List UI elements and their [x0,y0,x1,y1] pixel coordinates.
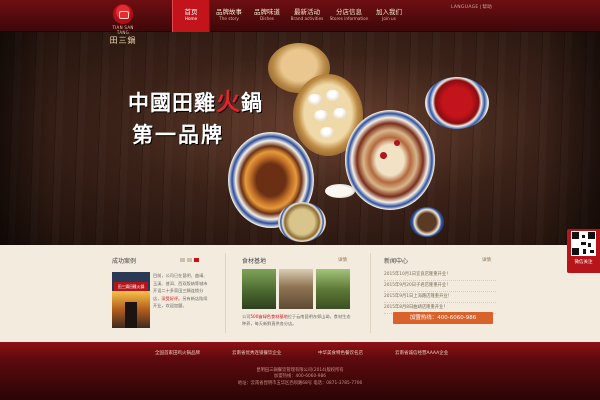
nav-item-story[interactable]: 品牌故事 The story [210,0,248,32]
news-list: 2015年10月1日宜良店隆重开业！ 2015年9月20日子君店隆重开业！ 20… [384,270,496,314]
nav-item-join[interactable]: 加入我们 Join us [370,0,408,32]
honor-link[interactable]: 云南省诚信经营AAAA企业 [395,350,448,356]
column-divider [225,253,226,333]
address-text: 地址：云南省昆明市五华区西坝路68号 电话：0871-3785-7706 [237,380,363,386]
top-links: LANGUAGE|帮助 [451,4,492,10]
white-spoon-image [325,184,355,198]
small-side-bowl-image [410,207,444,237]
news-more-link[interactable]: 详情 [482,257,491,263]
nav-label: 首页 [184,8,198,16]
farm-pond-image[interactable] [316,269,350,309]
store-front-image[interactable]: 田三鍋田雞火鍋 [112,272,150,328]
news-item[interactable]: 2015年9月1日上海路店隆重开业！ [384,292,496,303]
pager-dot[interactable] [180,258,185,262]
banner-shade-right [540,32,600,245]
fried-rice-bowl-image [278,202,326,242]
base-more-link[interactable]: 详情 [338,257,347,263]
frog-hotpot-bowl-image [345,110,435,210]
dumpling-image [333,108,347,119]
hero-slogan-line2: 第一品牌 [132,122,224,147]
store-entrance [125,302,137,328]
farm-building-image[interactable] [279,269,313,309]
dumpling-image [326,90,340,101]
hero-banner[interactable]: 中國田雞火鍋 第一品牌 [0,32,600,245]
nav-label: 品牌味道 [254,8,280,16]
dumpling-image [308,94,322,105]
language-link[interactable]: LANGUAGE [451,5,479,10]
nav-label: 加入我们 [376,8,402,16]
goji-berry-image [380,152,387,159]
honor-link[interactable]: 云南省优秀连锁餐饮企业 [232,350,282,356]
nav-item-dishes[interactable]: 品牌味道 Dishes [248,0,286,32]
nav-item-home[interactable]: 首页 Home [172,0,210,32]
nav-item-stores[interactable]: 分店信息 Stores information [328,0,370,32]
nav-sublabel: Join us [382,16,396,21]
main-nav: 首页 Home 品牌故事 The story 品牌味道 Dishes 最新活动 … [172,0,408,32]
goji-berry-image [394,140,400,146]
news-title: 新闻中心 [384,258,409,265]
nav-label: 品牌故事 [216,8,242,16]
nav-sublabel: Dishes [260,16,274,21]
pager-dot-active[interactable] [194,258,199,262]
hero-slogan-line1: 中國田雞火鍋 [128,87,263,116]
brand-logo[interactable]: TIAN SAN TANG 田三鍋 [108,4,138,46]
qr-label: 微信关注 [574,260,593,265]
cases-title: 成功案例 [112,258,137,265]
help-link[interactable]: 帮助 [482,5,492,10]
nav-sublabel: Stores information [329,16,369,21]
qr-code-icon [571,231,596,256]
red-chili-dish-image [425,77,489,129]
cases-pager [180,258,199,262]
footer: 全国首家田鸡火锅品牌 云南省优秀连锁餐饮企业 中华美食特色餐饮名店 云南省诚信经… [0,342,600,400]
logo-emblem-icon [113,4,133,24]
dumpling-image [320,127,334,138]
nav-sublabel: Home [184,16,198,21]
nav-item-activities[interactable]: 最新活动 Brand activities [286,0,328,32]
hero-slogan-fire-char: 火 [216,87,241,116]
nav-label: 最新活动 [294,8,320,16]
nav-sublabel: Brand activities [290,16,324,21]
store-signboard: 田三鍋田雞火鍋 [114,282,148,291]
logo-english-text: TIAN SAN TANG [112,25,134,35]
honor-link[interactable]: 全国首家田鸡火锅品牌 [155,350,200,356]
cases-description: 目前，公司已在昆明、曲靖、玉溪、普洱、西双版纳等城市开设二十多家田三鍋连锁分店，… [153,273,208,308]
base-description: 公司500亩绿色食材基地位于云南昆明东郊山坳，食材生态种养，每天新鲜直供各分店。 [242,314,351,326]
farm-field-image[interactable] [242,269,276,309]
news-item[interactable]: 2015年10月1日宜良店隆重开业！ [384,270,496,281]
base-title: 食材基地 [242,258,267,265]
header: TIAN SAN TANG 田三鍋 首页 Home 品牌故事 The story… [0,0,600,45]
wechat-qr-float[interactable]: 微信关注 [567,229,600,273]
column-divider [370,253,371,333]
news-item[interactable]: 2015年9月20日子君店隆重开业！ [384,281,496,292]
logo-chinese-text: 田三鍋 [109,36,137,45]
dumpling-image [314,110,328,121]
pager-dot[interactable] [187,258,192,262]
footer-info: 昆明田三鍋餐饮管理有限公司(2014)版权所有 加盟热线：400-6060-98… [0,368,600,387]
content-area: 成功案例 田三鍋田雞火鍋 目前，公司已在昆明、曲靖、玉溪、普洱、西双版纳等城市开… [0,245,600,342]
nav-label: 分店信息 [336,8,362,16]
honor-link[interactable]: 中华美食特色餐饮名店 [318,350,363,356]
nav-sublabel: The story [219,16,239,21]
honor-links: 全国首家田鸡火锅品牌 云南省优秀连锁餐饮企业 中华美食特色餐饮名店 云南省诚信经… [0,350,600,360]
banner-shade-left [0,32,50,245]
franchise-hotline-button[interactable]: 加盟热线：400-6060-986 [393,312,493,324]
